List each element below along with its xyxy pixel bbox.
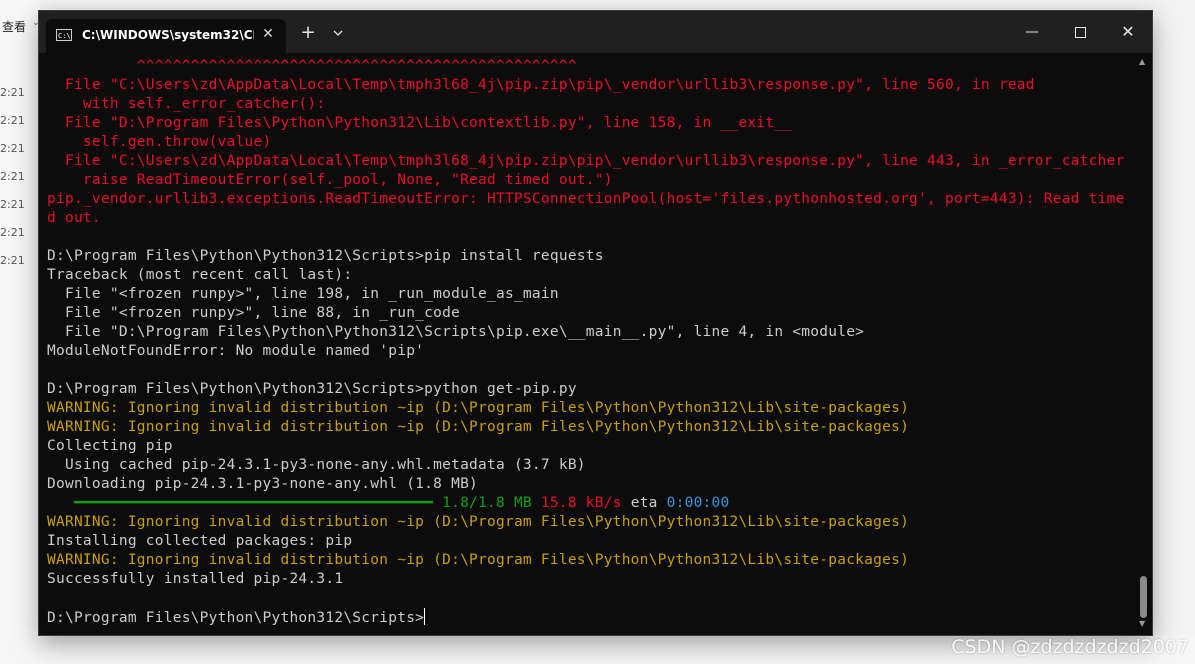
terminal-line: File "C:\Users\zd\AppData\Local\Temp\tmp…	[47, 152, 1125, 171]
terminal-text: raise ReadTimeoutError(self._pool, None,…	[47, 172, 613, 188]
terminal-line: File "D:\Program Files\Python\Python312\…	[47, 323, 1125, 342]
terminal-text: Successfully installed pip-24.3.1	[47, 571, 344, 587]
terminal-line: pip._vendor.urllib3.exceptions.ReadTimeo…	[47, 190, 1125, 209]
terminal-text: WARNING: Ignoring invalid distribution ~…	[47, 552, 910, 568]
terminal-text: ModuleNotFoundError: No module named 'pi…	[47, 343, 425, 359]
terminal-line: raise ReadTimeoutError(self._pool, None,…	[47, 171, 1125, 190]
time-label: 2:21	[0, 254, 25, 267]
watermark: CSDN @zdzdzdzdzd2007	[951, 636, 1189, 658]
terminal-line: File "<frozen runpy>", line 198, in _run…	[47, 285, 1125, 304]
terminal-output[interactable]: ^^^^^^^^^^^^^^^^^^^^^^^^^^^^^^^^^^^^^^^^…	[39, 53, 1135, 635]
terminal-line: Collecting pip	[47, 437, 1125, 456]
terminal-text: D:\Program Files\Python\Python312\Script…	[47, 381, 577, 397]
terminal-line: Installing collected packages: pip	[47, 532, 1125, 551]
chevron-down-icon	[333, 30, 343, 36]
terminal-line: with self._error_catcher():	[47, 95, 1125, 114]
terminal-text: Using cached pip-24.3.1-py3-none-any.whl…	[47, 457, 586, 473]
terminal-text: WARNING: Ignoring invalid distribution ~…	[47, 514, 910, 530]
terminal-text: Downloading pip-24.3.1-py3-none-any.whl …	[47, 476, 479, 492]
terminal-text: File "C:\Users\zd\AppData\Local\Temp\tmp…	[47, 77, 1035, 93]
scroll-down-icon[interactable]: ▼	[1139, 619, 1145, 628]
terminal-line: File "D:\Program Files\Python\Python312\…	[47, 114, 1125, 133]
maximize-icon	[1074, 27, 1086, 38]
terminal-text: ^^^^^^^^^^^^^^^^^^^^^^^^^^^^^^^^^^^^^^^^…	[47, 58, 577, 74]
tab-title: C:\WINDOWS\system32\CMD	[82, 28, 254, 42]
terminal-text: Installing collected packages: pip	[47, 533, 353, 549]
terminal-line: D:\Program Files\Python\Python312\Script…	[47, 608, 1125, 627]
terminal-text: ━━━━━━━━━━━━━━━━━━━━━━━━━━━━━━━━━━━━━━━━	[47, 495, 434, 511]
profile-dropdown-button[interactable]	[328, 22, 348, 44]
terminal-text: 1.8/1.8 MB	[433, 495, 532, 511]
scroll-up-icon[interactable]: ▲	[1139, 57, 1145, 66]
scrollbar-thumb[interactable]	[1140, 576, 1147, 618]
terminal-line: ━━━━━━━━━━━━━━━━━━━━━━━━━━━━━━━━━━━━━━━━…	[47, 494, 1125, 513]
terminal-lines: ^^^^^^^^^^^^^^^^^^^^^^^^^^^^^^^^^^^^^^^^…	[47, 57, 1125, 627]
new-tab-button[interactable]: +	[297, 22, 319, 44]
terminal-line: Successfully installed pip-24.3.1	[47, 570, 1125, 589]
terminal-line: WARNING: Ignoring invalid distribution ~…	[47, 418, 1125, 437]
terminal-text: Collecting pip	[47, 438, 173, 454]
background-app-strip: 查看 ⌄ 2:21 2:21 2:21 2:21 2:21 2:21 2:21	[0, 0, 40, 664]
tab-cmd[interactable]: C:\ C:\WINDOWS\system32\CMD ✕	[46, 19, 286, 53]
background-tab-label[interactable]: 查看	[2, 18, 26, 35]
terminal-text: File "<frozen runpy>", line 198, in _run…	[47, 286, 559, 302]
terminal-text: D:\Program Files\Python\Python312\Script…	[47, 248, 604, 264]
close-window-button[interactable]: ✕	[1107, 17, 1149, 47]
terminal-text: 0:00:00	[666, 495, 730, 511]
terminal-text: WARNING: Ignoring invalid distribution ~…	[47, 400, 910, 416]
time-label: 2:21	[0, 86, 25, 99]
terminal-line: D:\Program Files\Python\Python312\Script…	[47, 247, 1125, 266]
terminal-window: C:\ C:\WINDOWS\system32\CMD ✕ + — ✕ ^^^^…	[38, 10, 1153, 636]
terminal-line: Using cached pip-24.3.1-py3-none-any.whl…	[47, 456, 1125, 475]
terminal-text: d out.	[47, 210, 101, 226]
maximize-button[interactable]	[1057, 17, 1103, 47]
terminal-text: WARNING: Ignoring invalid distribution ~…	[47, 419, 910, 435]
terminal-line: File "C:\Users\zd\AppData\Local\Temp\tmp…	[47, 76, 1125, 95]
terminal-line: d out.	[47, 209, 1125, 228]
time-label: 2:21	[0, 142, 25, 155]
minimize-button[interactable]: —	[1011, 17, 1053, 47]
time-label: 2:21	[0, 114, 25, 127]
terminal-text: File "C:\Users\zd\AppData\Local\Temp\tmp…	[47, 153, 1125, 169]
terminal-line: ModuleNotFoundError: No module named 'pi…	[47, 342, 1125, 361]
terminal-line: Downloading pip-24.3.1-py3-none-any.whl …	[47, 475, 1125, 494]
terminal-text: File "D:\Program Files\Python\Python312\…	[47, 115, 793, 131]
terminal-text: pip._vendor.urllib3.exceptions.ReadTimeo…	[47, 191, 1125, 207]
cmd-icon: C:\	[56, 29, 72, 41]
time-label: 2:21	[0, 226, 25, 239]
terminal-line: WARNING: Ignoring invalid distribution ~…	[47, 551, 1125, 570]
time-label: 2:21	[0, 170, 25, 183]
title-bar[interactable]: C:\ C:\WINDOWS\system32\CMD ✕ + — ✕	[39, 11, 1152, 53]
terminal-line: WARNING: Ignoring invalid distribution ~…	[47, 399, 1125, 418]
terminal-text: D:\Program Files\Python\Python312\Script…	[47, 610, 425, 626]
close-tab-icon[interactable]: ✕	[258, 24, 278, 44]
vertical-scrollbar[interactable]: ▲ ▼	[1135, 53, 1152, 635]
terminal-text: self.gen.throw(value)	[47, 134, 272, 150]
time-label: 2:21	[0, 198, 25, 211]
text-cursor	[424, 608, 426, 625]
terminal-line: File "<frozen runpy>", line 88, in _run_…	[47, 304, 1125, 323]
terminal-text: with self._error_catcher():	[47, 96, 326, 112]
terminal-line: D:\Program Files\Python\Python312\Script…	[47, 380, 1125, 399]
terminal-line: ^^^^^^^^^^^^^^^^^^^^^^^^^^^^^^^^^^^^^^^^…	[47, 57, 1125, 76]
terminal-text: File "<frozen runpy>", line 88, in _run_…	[47, 305, 461, 321]
terminal-text: Traceback (most recent call last):	[47, 267, 353, 283]
terminal-line: Traceback (most recent call last):	[47, 266, 1125, 285]
terminal-line: self.gen.throw(value)	[47, 133, 1125, 152]
terminal-text: File "D:\Program Files\Python\Python312\…	[47, 324, 865, 340]
terminal-text: 15.8 kB/s	[531, 495, 622, 511]
terminal-text: eta	[621, 495, 667, 511]
terminal-line: WARNING: Ignoring invalid distribution ~…	[47, 513, 1125, 532]
